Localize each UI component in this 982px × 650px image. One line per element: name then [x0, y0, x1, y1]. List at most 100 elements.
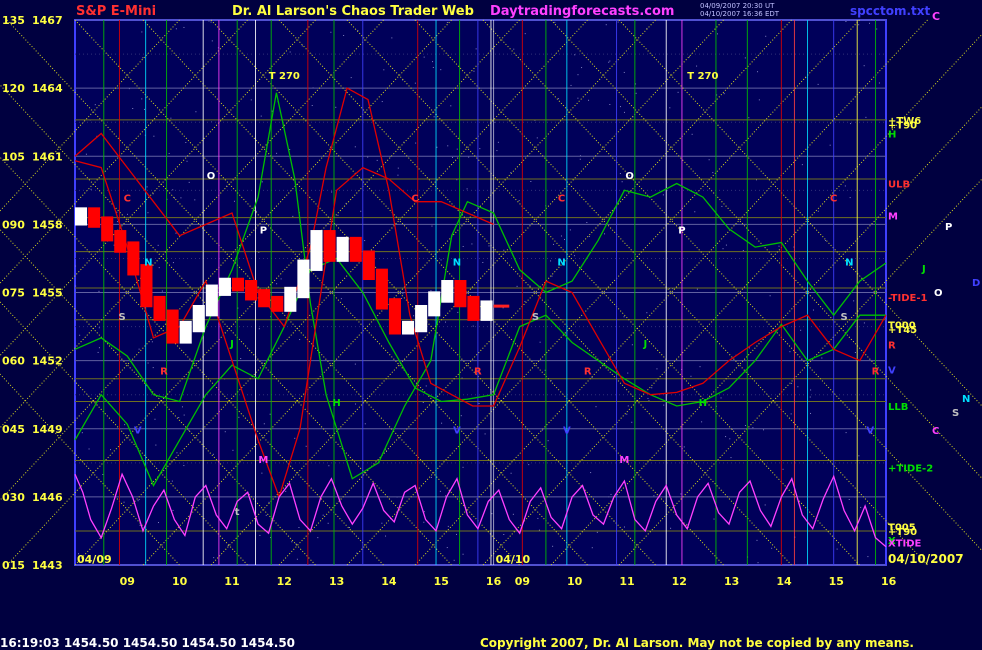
x-tick-day1: 13 — [329, 575, 344, 588]
chart-label: O — [207, 171, 216, 182]
noise-dot — [263, 423, 265, 425]
noise-dot — [758, 99, 760, 101]
noise-dot — [97, 351, 99, 353]
noise-dot — [296, 558, 298, 560]
chart-label: S — [841, 312, 848, 323]
noise-dot — [581, 67, 583, 69]
price-bar — [362, 250, 375, 281]
noise-dot — [181, 406, 183, 408]
noise-dot — [440, 259, 442, 261]
noise-dot — [558, 98, 560, 100]
y-tick-left: 135 — [2, 14, 25, 27]
noise-dot — [90, 188, 92, 190]
price-bar — [454, 280, 467, 308]
noise-dot — [180, 197, 182, 199]
noise-dot — [677, 91, 679, 93]
noise-dot — [152, 367, 154, 369]
right-edge-label: LLB — [888, 402, 908, 413]
y-tick-right: 1443 — [32, 559, 63, 572]
noise-dot — [609, 60, 611, 62]
noise-dot — [423, 56, 425, 58]
noise-dot — [210, 21, 212, 23]
noise-dot — [462, 553, 464, 555]
noise-dot — [81, 432, 83, 434]
noise-dot — [188, 181, 190, 183]
noise-dot — [609, 103, 611, 105]
noise-dot — [554, 21, 556, 23]
noise-dot — [364, 240, 366, 242]
noise-dot — [510, 472, 512, 474]
noise-dot — [452, 156, 454, 158]
noise-dot — [124, 424, 126, 426]
chart-label: S — [118, 312, 125, 323]
noise-dot — [335, 106, 337, 108]
noise-dot — [311, 105, 313, 107]
noise-dot — [146, 186, 148, 188]
noise-dot — [98, 327, 100, 329]
noise-dot — [194, 199, 196, 201]
noise-dot — [573, 255, 575, 257]
noise-dot — [354, 363, 356, 365]
noise-dot — [778, 245, 780, 247]
price-bar — [88, 207, 101, 228]
noise-dot — [460, 415, 462, 417]
noise-dot — [824, 239, 826, 241]
noise-dot — [757, 562, 759, 564]
noise-dot — [849, 197, 851, 199]
noise-dot — [579, 158, 581, 160]
site-link[interactable]: Daytradingforecasts.com — [490, 4, 674, 19]
noise-dot — [450, 105, 452, 107]
noise-dot — [432, 61, 434, 63]
noise-dot — [550, 260, 552, 262]
price-bar — [179, 320, 192, 344]
noise-dot — [757, 71, 759, 73]
noise-dot — [433, 116, 435, 118]
noise-dot — [423, 511, 425, 513]
chart-label: t — [235, 507, 240, 518]
noise-dot — [432, 66, 434, 68]
noise-dot — [141, 31, 143, 33]
x-tick-day2: 13 — [724, 575, 739, 588]
x-tick-day2: 12 — [672, 575, 687, 588]
noise-dot — [462, 466, 464, 468]
noise-dot — [605, 24, 607, 26]
noise-dot — [752, 427, 754, 429]
noise-dot — [456, 533, 458, 535]
noise-dot — [789, 351, 791, 353]
noise-dot — [516, 285, 518, 287]
noise-dot — [669, 107, 671, 109]
noise-dot — [744, 425, 746, 427]
noise-dot — [725, 436, 727, 438]
price-bar — [205, 284, 218, 317]
noise-dot — [436, 146, 438, 148]
noise-dot — [817, 83, 819, 85]
noise-dot — [269, 413, 271, 415]
noise-dot — [158, 267, 160, 269]
noise-dot — [213, 557, 215, 559]
noise-dot — [646, 312, 648, 314]
noise-dot — [172, 509, 174, 511]
y-tick-right: 1449 — [32, 423, 63, 436]
noise-dot — [328, 465, 330, 467]
noise-dot — [878, 82, 880, 84]
noise-dot — [729, 438, 731, 440]
noise-dot — [276, 283, 278, 285]
chart-label: N — [144, 257, 152, 268]
noise-dot — [551, 275, 553, 277]
chart-label: R — [160, 366, 168, 377]
date-label-right: 04/10/2007 — [888, 552, 964, 566]
noise-dot — [126, 213, 128, 215]
price-bar — [231, 277, 245, 292]
noise-dot — [172, 262, 174, 264]
noise-dot — [631, 421, 633, 423]
noise-dot — [810, 412, 812, 414]
side-label: D — [972, 278, 980, 289]
noise-dot — [865, 116, 867, 118]
noise-dot — [186, 160, 188, 162]
noise-dot — [845, 21, 847, 23]
chart-label: C — [830, 194, 837, 205]
noise-dot — [478, 403, 480, 405]
side-label: J — [921, 264, 926, 275]
price-bar — [75, 207, 88, 226]
noise-dot — [595, 406, 597, 408]
